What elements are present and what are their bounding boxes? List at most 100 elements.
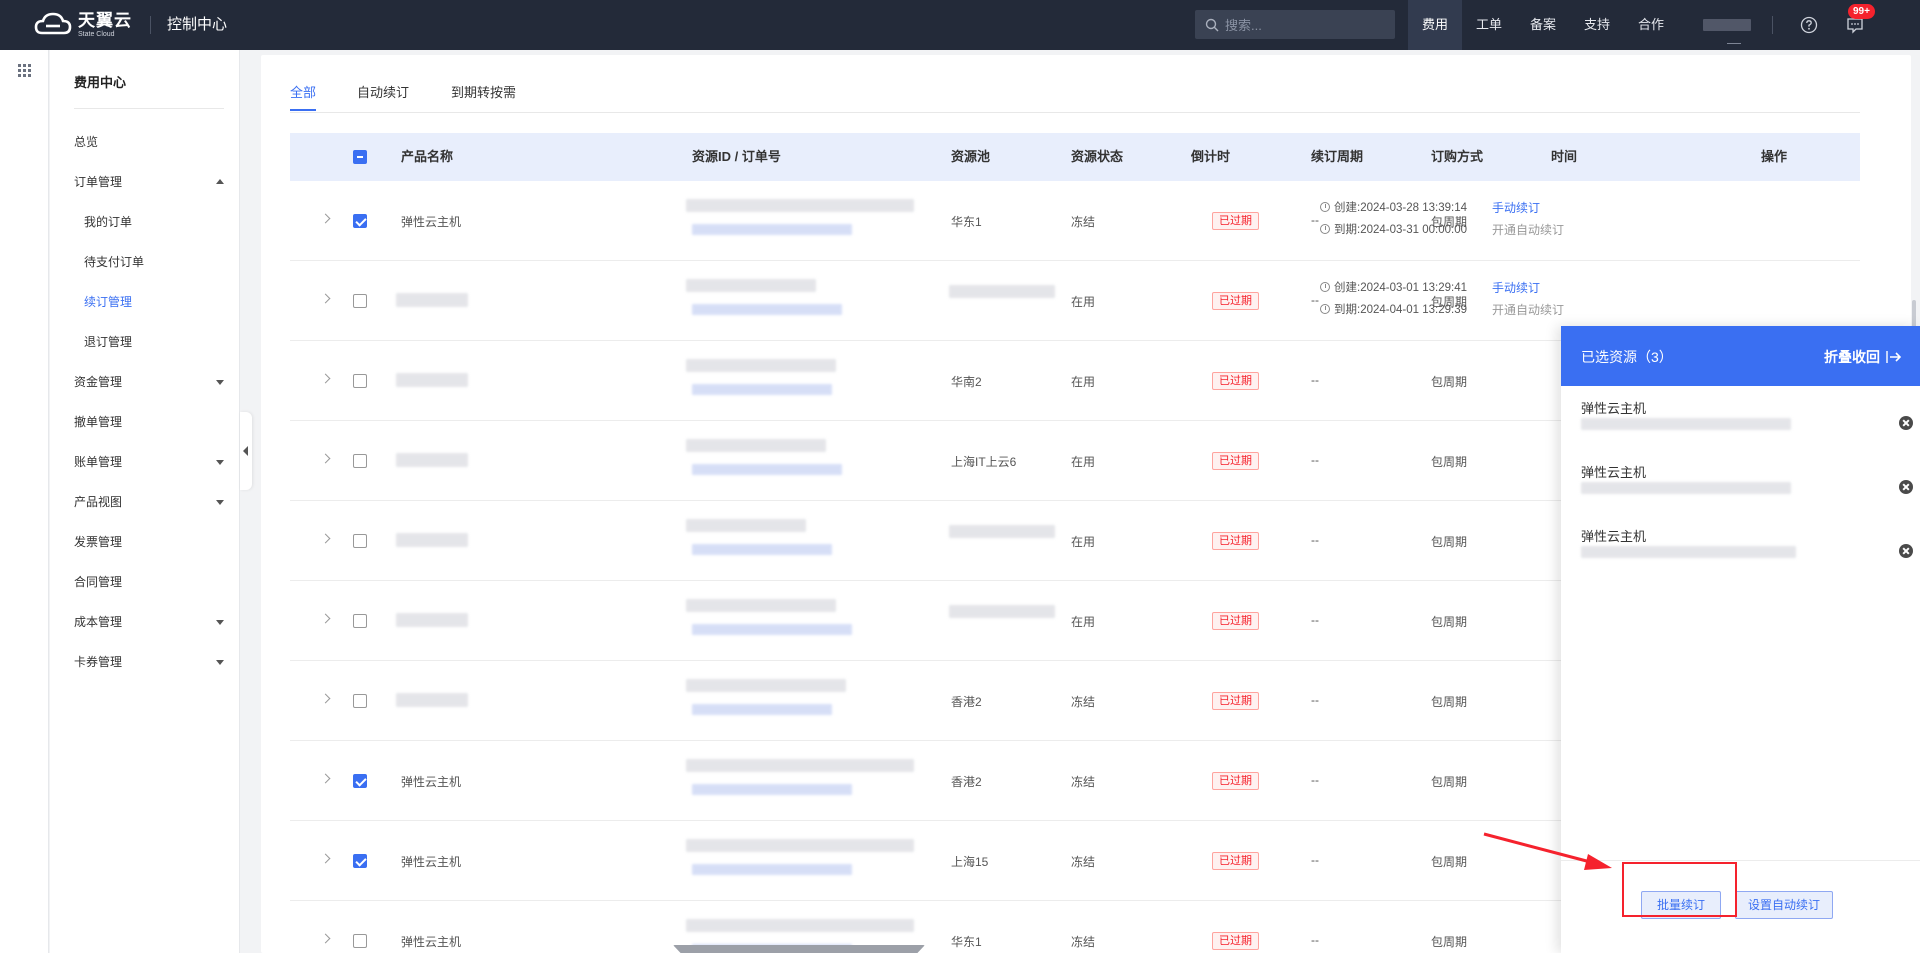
redacted-resource-id (686, 199, 914, 212)
logo-cn: 天翼云 (78, 11, 132, 30)
sidebar-item[interactable]: 产品视图 (74, 492, 224, 512)
console-title[interactable]: 控制中心 (150, 16, 227, 34)
manual-renew-link[interactable]: 手动续订 (1492, 199, 1540, 216)
sidebar-item[interactable]: 续订管理 (84, 292, 234, 312)
resource-status: 在用 (1071, 535, 1096, 549)
nav-billing[interactable]: 费用 (1408, 0, 1462, 50)
sidebar-item[interactable]: 退订管理 (84, 332, 234, 352)
sidebar-item-label: 合同管理 (74, 575, 123, 589)
expand-chevron-icon[interactable] (320, 293, 331, 304)
caret-down-icon (216, 380, 224, 385)
panel-collapse-button[interactable]: 折叠收回 (1824, 347, 1902, 367)
created-time: 创建:2024-03-28 13:39:14 (1320, 199, 1467, 215)
row-checkbox[interactable] (353, 934, 367, 948)
nav-support[interactable]: 支持 (1570, 0, 1624, 50)
sidebar-item[interactable]: 发票管理 (74, 532, 224, 552)
tab-expire-to-ondemand[interactable]: 到期转按需 (451, 82, 516, 109)
expand-chevron-icon[interactable] (320, 533, 331, 544)
purchase-method: 包周期 (1431, 375, 1468, 389)
logo-text: 天翼云 State Cloud (78, 12, 132, 38)
table-row[interactable]: 弹性云主机 华东1 冻结 已过期 -- 包周期 创建:2024-03-28 13:39:14… (290, 181, 1860, 261)
row-checkbox[interactable] (353, 534, 367, 548)
nav-filing[interactable]: 备案 (1516, 0, 1570, 50)
horizontal-scrollbar[interactable] (673, 945, 925, 953)
row-checkbox[interactable] (353, 694, 367, 708)
row-checkbox[interactable] (353, 614, 367, 628)
selected-resource-name: 弹性云主机 (1581, 465, 1647, 480)
purchase-method: 包周期 (1431, 535, 1468, 549)
remove-item-close-icon[interactable] (1899, 544, 1913, 558)
th-resource-id: 资源ID / 订单号 (692, 149, 781, 164)
sidebar-item[interactable]: 撤单管理 (74, 412, 224, 432)
expired-badge: 已过期 (1212, 292, 1259, 310)
redacted-order-no[interactable] (692, 384, 832, 395)
sidebar-item[interactable]: 待支付订单 (84, 252, 234, 272)
enable-auto-renew-link[interactable]: 开通自动续订 (1492, 301, 1564, 318)
redacted-order-no[interactable] (692, 304, 842, 315)
redacted-selected-id (1581, 418, 1791, 430)
expand-chevron-icon[interactable] (320, 613, 331, 624)
renew-cycle: -- (1311, 933, 1319, 947)
user-account[interactable] (1703, 19, 1751, 31)
redacted-order-no[interactable] (692, 704, 832, 715)
sidebar-item[interactable]: 账单管理 (74, 452, 224, 472)
select-all-checkbox[interactable] (353, 150, 367, 164)
row-checkbox[interactable] (353, 854, 367, 868)
redacted-product (396, 693, 468, 707)
row-checkbox[interactable] (353, 774, 367, 788)
sidebar-item[interactable]: 我的订单 (84, 212, 234, 232)
expired-badge: 已过期 (1212, 372, 1259, 390)
remove-item-close-icon[interactable] (1899, 416, 1913, 430)
sidebar-item-label: 资金管理 (74, 375, 123, 389)
redacted-resource-id (686, 279, 816, 292)
redacted-order-no[interactable] (692, 464, 842, 475)
enable-auto-renew-link[interactable]: 开通自动续订 (1492, 221, 1564, 238)
redacted-selected-id (1581, 546, 1796, 558)
brand-logo[interactable]: 天翼云 State Cloud (34, 0, 132, 50)
renew-cycle: -- (1311, 693, 1319, 707)
remove-item-close-icon[interactable] (1899, 480, 1913, 494)
renew-cycle: -- (1311, 213, 1319, 227)
redacted-order-no[interactable] (692, 224, 852, 235)
expired-badge: 已过期 (1212, 852, 1259, 870)
manual-renew-link[interactable]: 手动续订 (1492, 279, 1540, 296)
expand-chevron-icon[interactable] (320, 453, 331, 464)
expand-chevron-icon[interactable] (320, 933, 331, 944)
resource-pool: 华南2 (951, 375, 982, 389)
resource-pool: 华东1 (951, 935, 982, 949)
row-checkbox[interactable] (353, 214, 367, 228)
help-icon[interactable] (1800, 16, 1818, 34)
redacted-order-no[interactable] (692, 864, 852, 875)
expire-time-text: 到期:2024-03-31 00:00:00 (1334, 224, 1467, 236)
search-input[interactable]: 搜索... (1195, 10, 1395, 39)
set-auto-renew-button[interactable]: 设置自动续订 (1735, 891, 1833, 919)
sidebar-item[interactable]: 总览 (74, 132, 224, 152)
sidebar-item[interactable]: 资金管理 (74, 372, 224, 392)
row-checkbox[interactable] (353, 294, 367, 308)
expand-chevron-icon[interactable] (320, 373, 331, 384)
resource-status: 冻结 (1071, 775, 1096, 789)
expand-chevron-icon[interactable] (320, 213, 331, 224)
expand-chevron-icon[interactable] (320, 853, 331, 864)
expand-chevron-icon[interactable] (320, 693, 331, 704)
expand-chevron-icon[interactable] (320, 773, 331, 784)
nav-tickets[interactable]: 工单 (1462, 0, 1516, 50)
row-checkbox[interactable] (353, 374, 367, 388)
nav-partner[interactable]: 合作 (1624, 0, 1678, 50)
sidebar-collapse-handle[interactable] (240, 412, 252, 490)
sidebar-item[interactable]: 卡券管理 (74, 652, 224, 672)
sidebar-item[interactable]: 成本管理 (74, 612, 224, 632)
sidebar-item[interactable]: 合同管理 (74, 572, 224, 592)
th-method: 订购方式 (1431, 149, 1484, 164)
panel-collapse-label: 折叠收回 (1824, 349, 1880, 365)
tab-all[interactable]: 全部 (290, 82, 317, 111)
redacted-order-no[interactable] (692, 624, 852, 635)
clock-icon (1320, 304, 1330, 314)
tab-auto-renew[interactable]: 自动续订 (357, 82, 409, 109)
sidebar-item[interactable]: 订单管理 (74, 172, 224, 192)
apps-grid-icon[interactable] (18, 64, 31, 77)
row-checkbox[interactable] (353, 454, 367, 468)
redacted-order-no[interactable] (692, 784, 852, 795)
sidebar-divider (74, 108, 224, 109)
redacted-order-no[interactable] (692, 544, 832, 555)
